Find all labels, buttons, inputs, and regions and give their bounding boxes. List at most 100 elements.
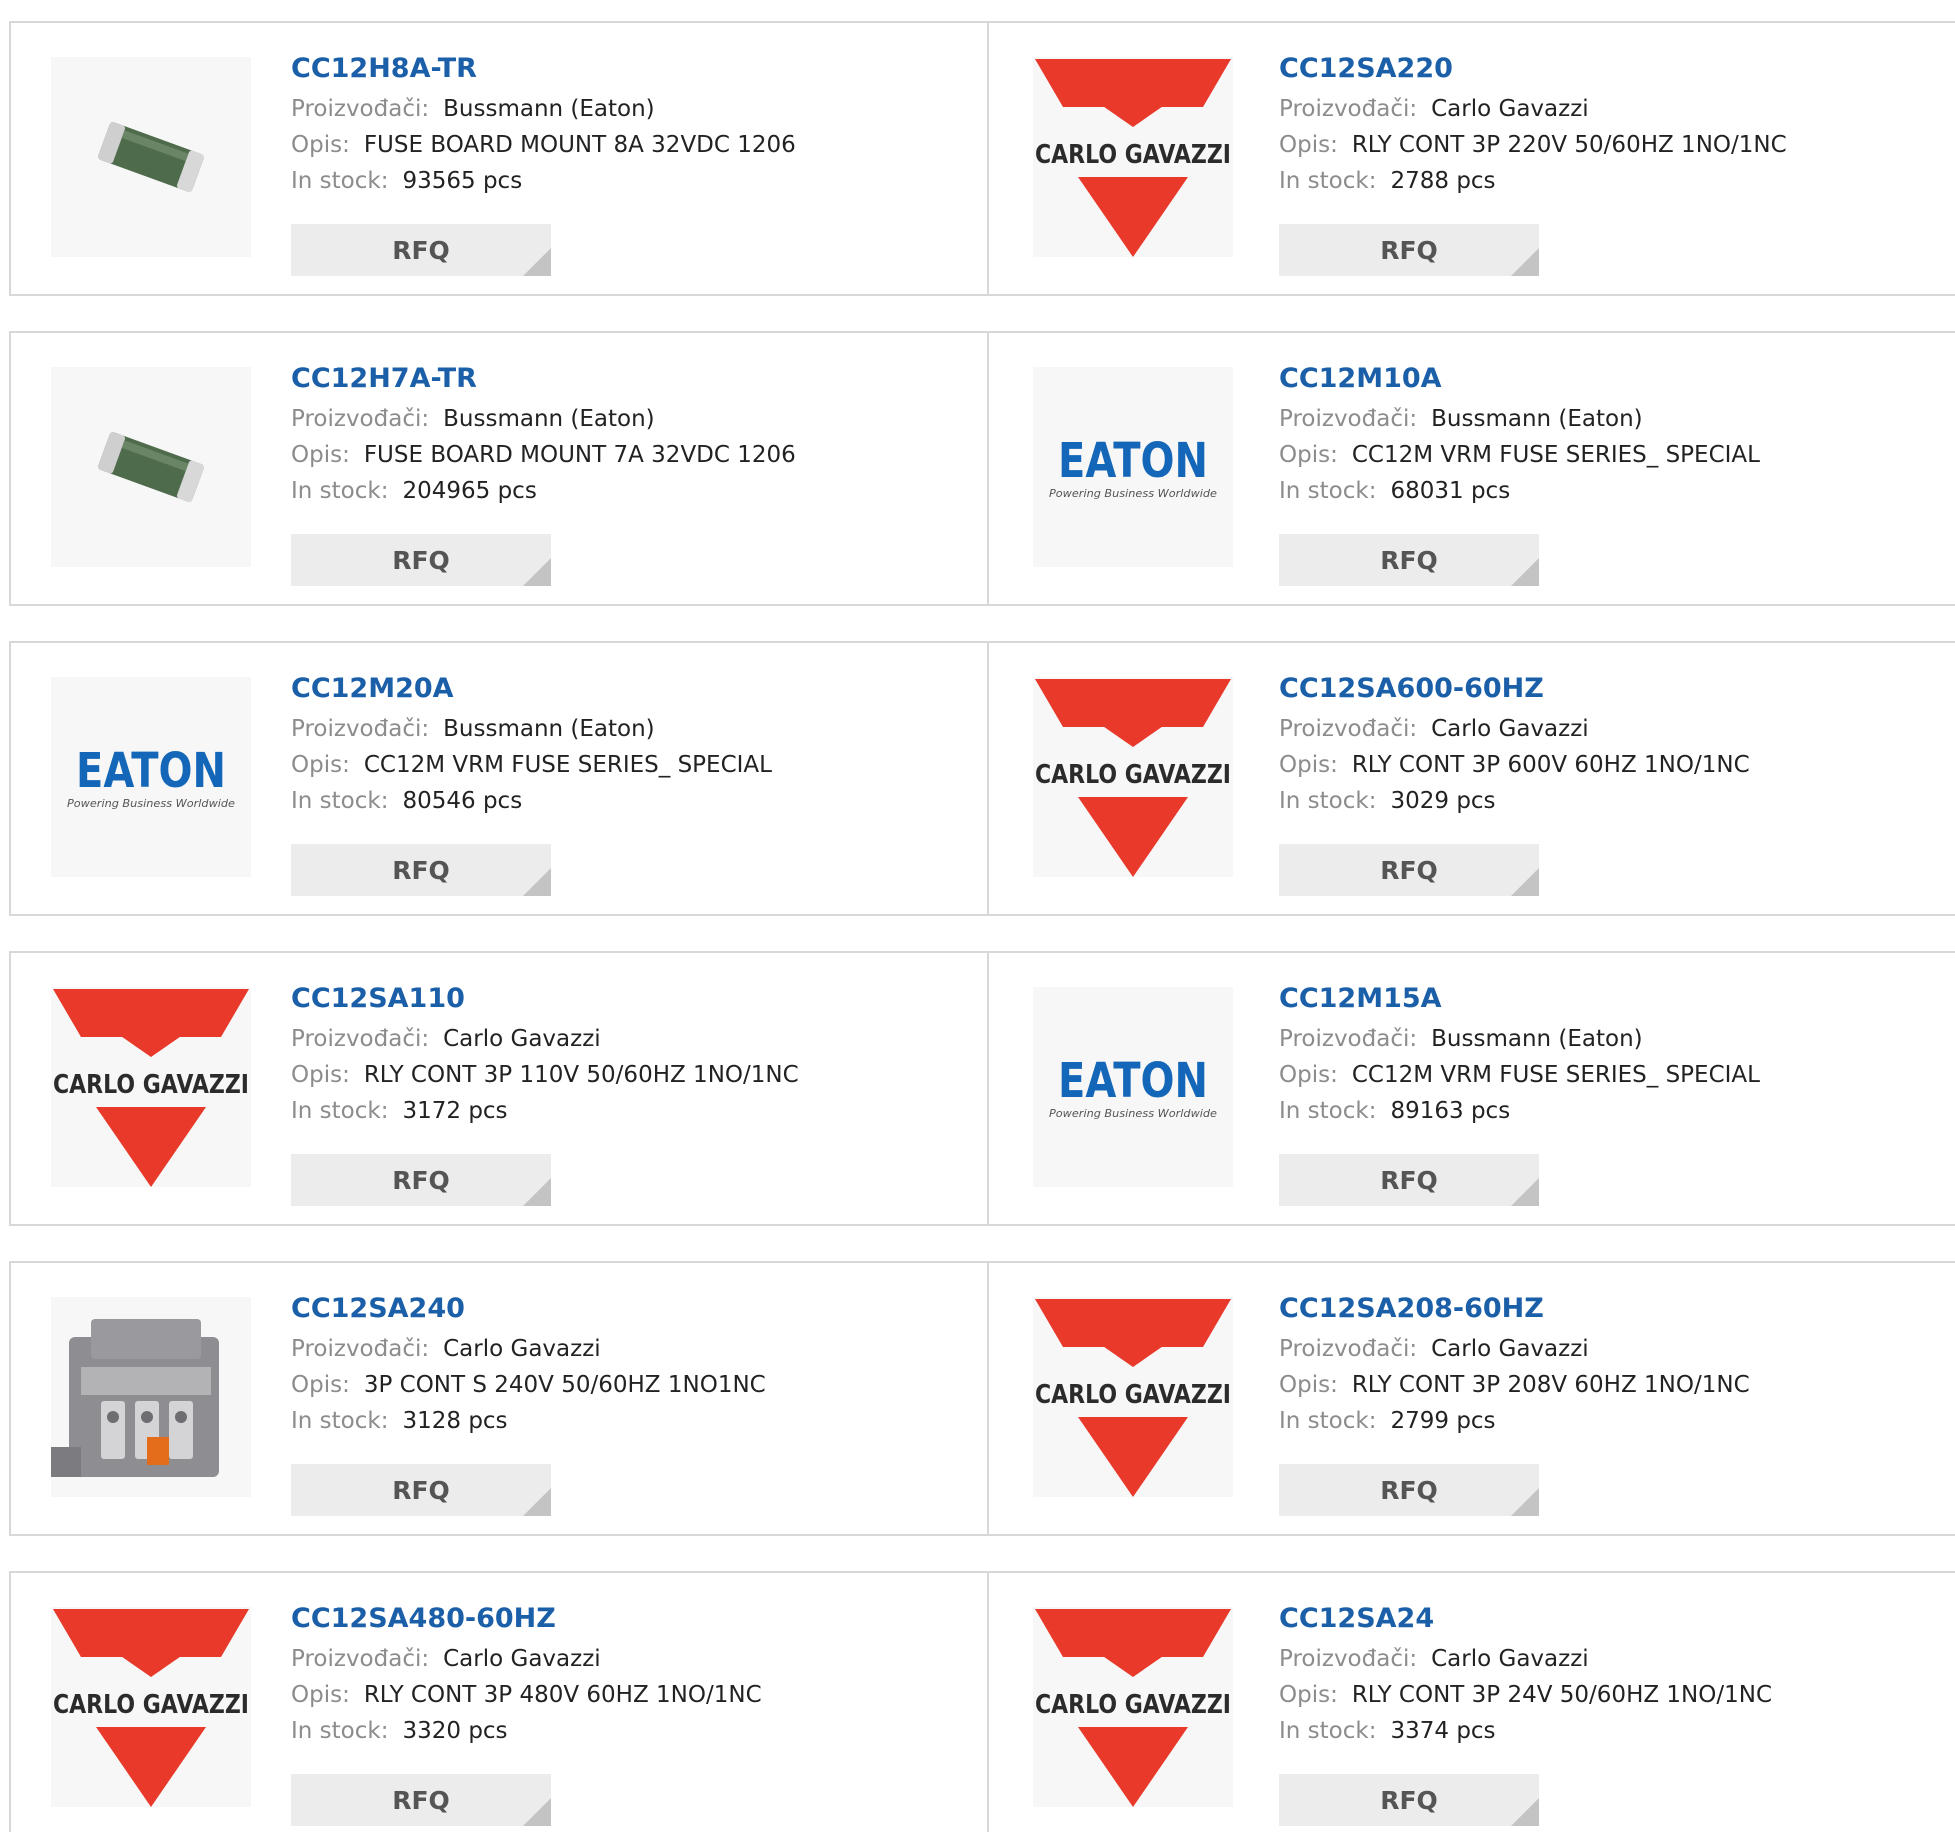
rfq-button[interactable]: RFQ (291, 1774, 551, 1826)
part-number-link[interactable]: CC12SA24 (1279, 1601, 1939, 1641)
part-number-link[interactable]: CC12H7A-TR (291, 361, 951, 401)
product-image[interactable]: EATON Powering Business Worldwide (1033, 987, 1233, 1187)
rfq-label: RFQ (1380, 545, 1438, 575)
product-row: CARLO GAVAZZI CC12SA110 Proizvođači: Carl… (9, 951, 1955, 1226)
manufacturer-value: Carlo Gavazzi (443, 1646, 601, 1672)
rfq-button[interactable]: RFQ (1279, 224, 1539, 276)
product-image[interactable]: CARLO GAVAZZI (1033, 57, 1233, 257)
eaton-logo-icon: EATONPowering Business Worldwide (1049, 433, 1217, 500)
manufacturer-line: Proizvođači: Carlo Gavazzi (1279, 1641, 1939, 1677)
manufacturer-value: Bussmann (Eaton) (1431, 406, 1643, 432)
carlo-gavazzi-logo-text: CARLO GAVAZZI (53, 1070, 249, 1100)
stock-value: 204965 pcs (402, 478, 537, 504)
eaton-logo-text: EATON (1058, 1053, 1208, 1109)
rfq-label: RFQ (392, 545, 450, 575)
part-number-link[interactable]: CC12SA110 (291, 981, 951, 1021)
product-image[interactable] (51, 367, 251, 567)
manufacturer-line: Proizvođači: Carlo Gavazzi (1279, 711, 1939, 747)
part-number-link[interactable]: CC12H8A-TR (291, 51, 951, 91)
rfq-button[interactable]: RFQ (1279, 1464, 1539, 1516)
product-card: CARLO GAVAZZI CC12SA220 Proizvođači: Carl… (989, 23, 1955, 294)
description-line: Opis: RLY CONT 3P 220V 50/60HZ 1NO/1NC (1279, 127, 1939, 163)
rfq-button[interactable]: RFQ (1279, 1774, 1539, 1826)
manufacturer-label: Proizvođači: (291, 1336, 430, 1362)
corner-triangle-icon (523, 1488, 551, 1516)
carlo-gavazzi-logo-icon: CARLO GAVAZZI (1035, 59, 1231, 257)
stock-value: 89163 pcs (1390, 1098, 1511, 1124)
product-image[interactable]: CARLO GAVAZZI (1033, 1297, 1233, 1497)
stock-value: 3172 pcs (402, 1098, 508, 1124)
manufacturer-line: Proizvođači: Carlo Gavazzi (291, 1331, 951, 1367)
manufacturer-line: Proizvođači: Bussmann (Eaton) (291, 91, 951, 127)
description-value: RLY CONT 3P 600V 60HZ 1NO/1NC (1351, 752, 1750, 778)
part-number-link[interactable]: CC12M10A (1279, 361, 1939, 401)
manufacturer-label: Proizvođači: (291, 1026, 430, 1052)
manufacturer-label: Proizvođači: (291, 1646, 430, 1672)
part-number-link[interactable]: CC12SA208-60HZ (1279, 1291, 1939, 1331)
description-value: RLY CONT 3P 480V 60HZ 1NO/1NC (363, 1682, 762, 1708)
product-image[interactable] (51, 1297, 251, 1497)
product-card: EATON Powering Business Worldwide CC12M20… (11, 643, 989, 914)
part-number-link[interactable]: CC12M15A (1279, 981, 1939, 1021)
carlo-gavazzi-logo-icon: CARLO GAVAZZI (1035, 1299, 1231, 1497)
product-image[interactable]: CARLO GAVAZZI (1033, 677, 1233, 877)
description-line: Opis: RLY CONT 3P 110V 50/60HZ 1NO/1NC (291, 1057, 951, 1093)
corner-triangle-icon (523, 1798, 551, 1826)
stock-value: 80546 pcs (402, 788, 523, 814)
product-info: CC12SA480-60HZ Proizvođači: Carlo Gavazzi… (291, 1601, 951, 1749)
manufacturer-label: Proizvođači: (291, 96, 430, 122)
manufacturer-line: Proizvođači: Carlo Gavazzi (1279, 1331, 1939, 1367)
stock-line: In stock: 3128 pcs (291, 1403, 951, 1439)
stock-line: In stock: 3374 pcs (1279, 1713, 1939, 1749)
manufacturer-label: Proizvođači: (1279, 716, 1418, 742)
rfq-button[interactable]: RFQ (291, 1464, 551, 1516)
description-line: Opis: RLY CONT 3P 24V 50/60HZ 1NO/1NC (1279, 1677, 1939, 1713)
product-image[interactable]: CARLO GAVAZZI (51, 987, 251, 1187)
stock-value: 3374 pcs (1390, 1718, 1496, 1744)
rfq-button[interactable]: RFQ (291, 224, 551, 276)
description-value: CC12M VRM FUSE SERIES_ SPECIAL (1351, 1062, 1760, 1088)
manufacturer-value: Bussmann (Eaton) (1431, 1026, 1643, 1052)
product-card: CARLO GAVAZZI CC12SA600-60HZ Proizvođači… (989, 643, 1955, 914)
stock-line: In stock: 89163 pcs (1279, 1093, 1939, 1129)
product-image[interactable]: EATON Powering Business Worldwide (51, 677, 251, 877)
stock-line: In stock: 2788 pcs (1279, 163, 1939, 199)
product-image[interactable]: EATON Powering Business Worldwide (1033, 367, 1233, 567)
stock-line: In stock: 80546 pcs (291, 783, 951, 819)
rfq-button[interactable]: RFQ (1279, 844, 1539, 896)
description-line: Opis: RLY CONT 3P 480V 60HZ 1NO/1NC (291, 1677, 951, 1713)
rfq-button[interactable]: RFQ (291, 1154, 551, 1206)
contactor-icon (51, 1319, 219, 1477)
carlo-gavazzi-logo-icon: CARLO GAVAZZI (1035, 1609, 1231, 1807)
stock-label: In stock: (291, 788, 389, 814)
corner-triangle-icon (523, 1178, 551, 1206)
product-info: CC12H8A-TR Proizvođači: Bussmann (Eaton) … (291, 51, 951, 199)
corner-triangle-icon (523, 248, 551, 276)
corner-triangle-icon (523, 558, 551, 586)
part-number-link[interactable]: CC12SA600-60HZ (1279, 671, 1939, 711)
stock-label: In stock: (1279, 1718, 1377, 1744)
stock-label: In stock: (291, 1098, 389, 1124)
stock-line: In stock: 93565 pcs (291, 163, 951, 199)
part-number-link[interactable]: CC12SA240 (291, 1291, 951, 1331)
part-number-link[interactable]: CC12SA220 (1279, 51, 1939, 91)
rfq-button[interactable]: RFQ (291, 844, 551, 896)
product-card: CC12H8A-TR Proizvođači: Bussmann (Eaton) … (11, 23, 989, 294)
manufacturer-label: Proizvođači: (1279, 1336, 1418, 1362)
description-label: Opis: (1279, 752, 1338, 778)
rfq-button[interactable]: RFQ (1279, 1154, 1539, 1206)
stock-line: In stock: 68031 pcs (1279, 473, 1939, 509)
rfq-button[interactable]: RFQ (291, 534, 551, 586)
description-label: Opis: (1279, 442, 1338, 468)
description-label: Opis: (1279, 132, 1338, 158)
description-value: CC12M VRM FUSE SERIES_ SPECIAL (363, 752, 772, 778)
product-image[interactable]: CARLO GAVAZZI (1033, 1607, 1233, 1807)
product-image[interactable] (51, 57, 251, 257)
product-card: EATON Powering Business Worldwide CC12M15… (989, 953, 1955, 1224)
eaton-logo-text: EATON (1058, 433, 1208, 489)
part-number-link[interactable]: CC12SA480-60HZ (291, 1601, 951, 1641)
part-number-link[interactable]: CC12M20A (291, 671, 951, 711)
product-image[interactable]: CARLO GAVAZZI (51, 1607, 251, 1807)
rfq-button[interactable]: RFQ (1279, 534, 1539, 586)
rfq-label: RFQ (392, 235, 450, 265)
